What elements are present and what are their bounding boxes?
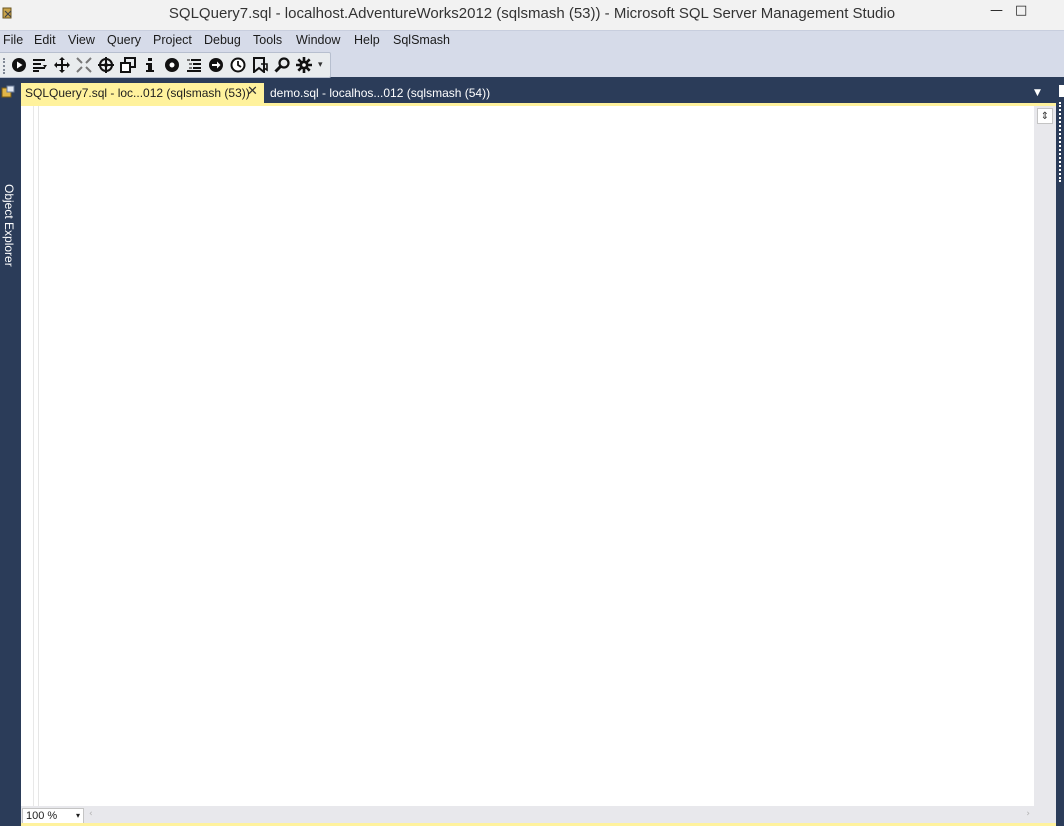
right-dock-icon[interactable] xyxy=(1059,85,1064,97)
vertical-scrollbar[interactable]: ⇕ xyxy=(1034,106,1056,806)
search-icon[interactable] xyxy=(272,55,292,75)
scroll-right-icon[interactable]: › xyxy=(1026,809,1030,819)
menu-help[interactable]: Help xyxy=(354,33,380,47)
title-bar: SQLQuery7.sql - localhost.AdventureWorks… xyxy=(0,0,1064,30)
window-title: SQLQuery7.sql - localhost.AdventureWorks… xyxy=(168,5,896,22)
collapse-icon[interactable] xyxy=(74,55,94,75)
list-icon[interactable] xyxy=(184,55,204,75)
arrow-right-circle-icon[interactable] xyxy=(206,55,226,75)
close-tab-icon[interactable]: ✕ xyxy=(247,84,258,99)
gear-icon[interactable] xyxy=(294,55,314,75)
bookmark-icon[interactable] xyxy=(250,55,270,75)
format-lines-icon[interactable] xyxy=(30,55,50,75)
toolbar: ▾ xyxy=(0,51,1064,78)
menu-project[interactable]: Project xyxy=(153,33,192,47)
menu-tools[interactable]: Tools xyxy=(253,33,282,47)
play-icon[interactable] xyxy=(9,55,29,75)
windows-icon[interactable] xyxy=(118,55,138,75)
clock-icon[interactable] xyxy=(228,55,248,75)
right-dock-tab[interactable] xyxy=(1059,102,1064,182)
editor-selection-margin xyxy=(33,106,37,806)
tab-label: demo.sql - localhos...012 (sqlsmash (54)… xyxy=(270,86,491,100)
chevron-down-icon[interactable]: ▾ xyxy=(76,811,80,820)
toolbar-overflow-icon[interactable]: ▾ xyxy=(318,60,326,74)
horizontal-scrollbar[interactable]: ‹ › xyxy=(87,809,1032,822)
menu-debug[interactable]: Debug xyxy=(204,33,241,47)
maximize-button[interactable]: □ xyxy=(1015,3,1027,18)
editor-margin xyxy=(21,106,39,806)
target-icon[interactable] xyxy=(96,55,116,75)
menu-window[interactable]: Window xyxy=(296,33,340,47)
tab-sqlquery7[interactable]: SQLQuery7.sql - loc...012 (sqlsmash (53)… xyxy=(21,83,264,103)
zoom-value: 100 % xyxy=(26,810,58,822)
menu-sqlsmash[interactable]: SqlSmash xyxy=(393,33,450,47)
toolbar-grip[interactable] xyxy=(3,58,7,74)
tab-list-dropdown-icon[interactable]: ▼ xyxy=(1034,88,1041,98)
object-explorer-icon[interactable] xyxy=(1,85,15,99)
left-dock-panel: Object Explorer xyxy=(0,80,18,826)
menu-edit[interactable]: Edit xyxy=(34,33,56,47)
right-dock-panel xyxy=(1058,80,1064,826)
tab-label: SQLQuery7.sql - loc...012 (sqlsmash (53)… xyxy=(25,86,250,100)
info-icon[interactable] xyxy=(140,55,160,75)
menu-file[interactable]: File xyxy=(3,33,23,47)
scroll-left-icon[interactable]: ‹ xyxy=(89,809,93,819)
object-explorer-tab[interactable]: Object Explorer xyxy=(2,184,16,267)
menu-view[interactable]: View xyxy=(68,33,95,47)
minimize-button[interactable]: — xyxy=(990,3,1003,18)
split-icon[interactable]: ⇕ xyxy=(1037,108,1053,124)
toolbar-strip: ▾ xyxy=(0,52,331,78)
menu-bar: File Edit View Query Project Debug Tools… xyxy=(0,30,1064,51)
record-icon[interactable] xyxy=(162,55,182,75)
query-editor[interactable]: ⇕ xyxy=(21,106,1056,806)
move-icon[interactable] xyxy=(52,55,72,75)
menu-query[interactable]: Query xyxy=(107,33,141,47)
